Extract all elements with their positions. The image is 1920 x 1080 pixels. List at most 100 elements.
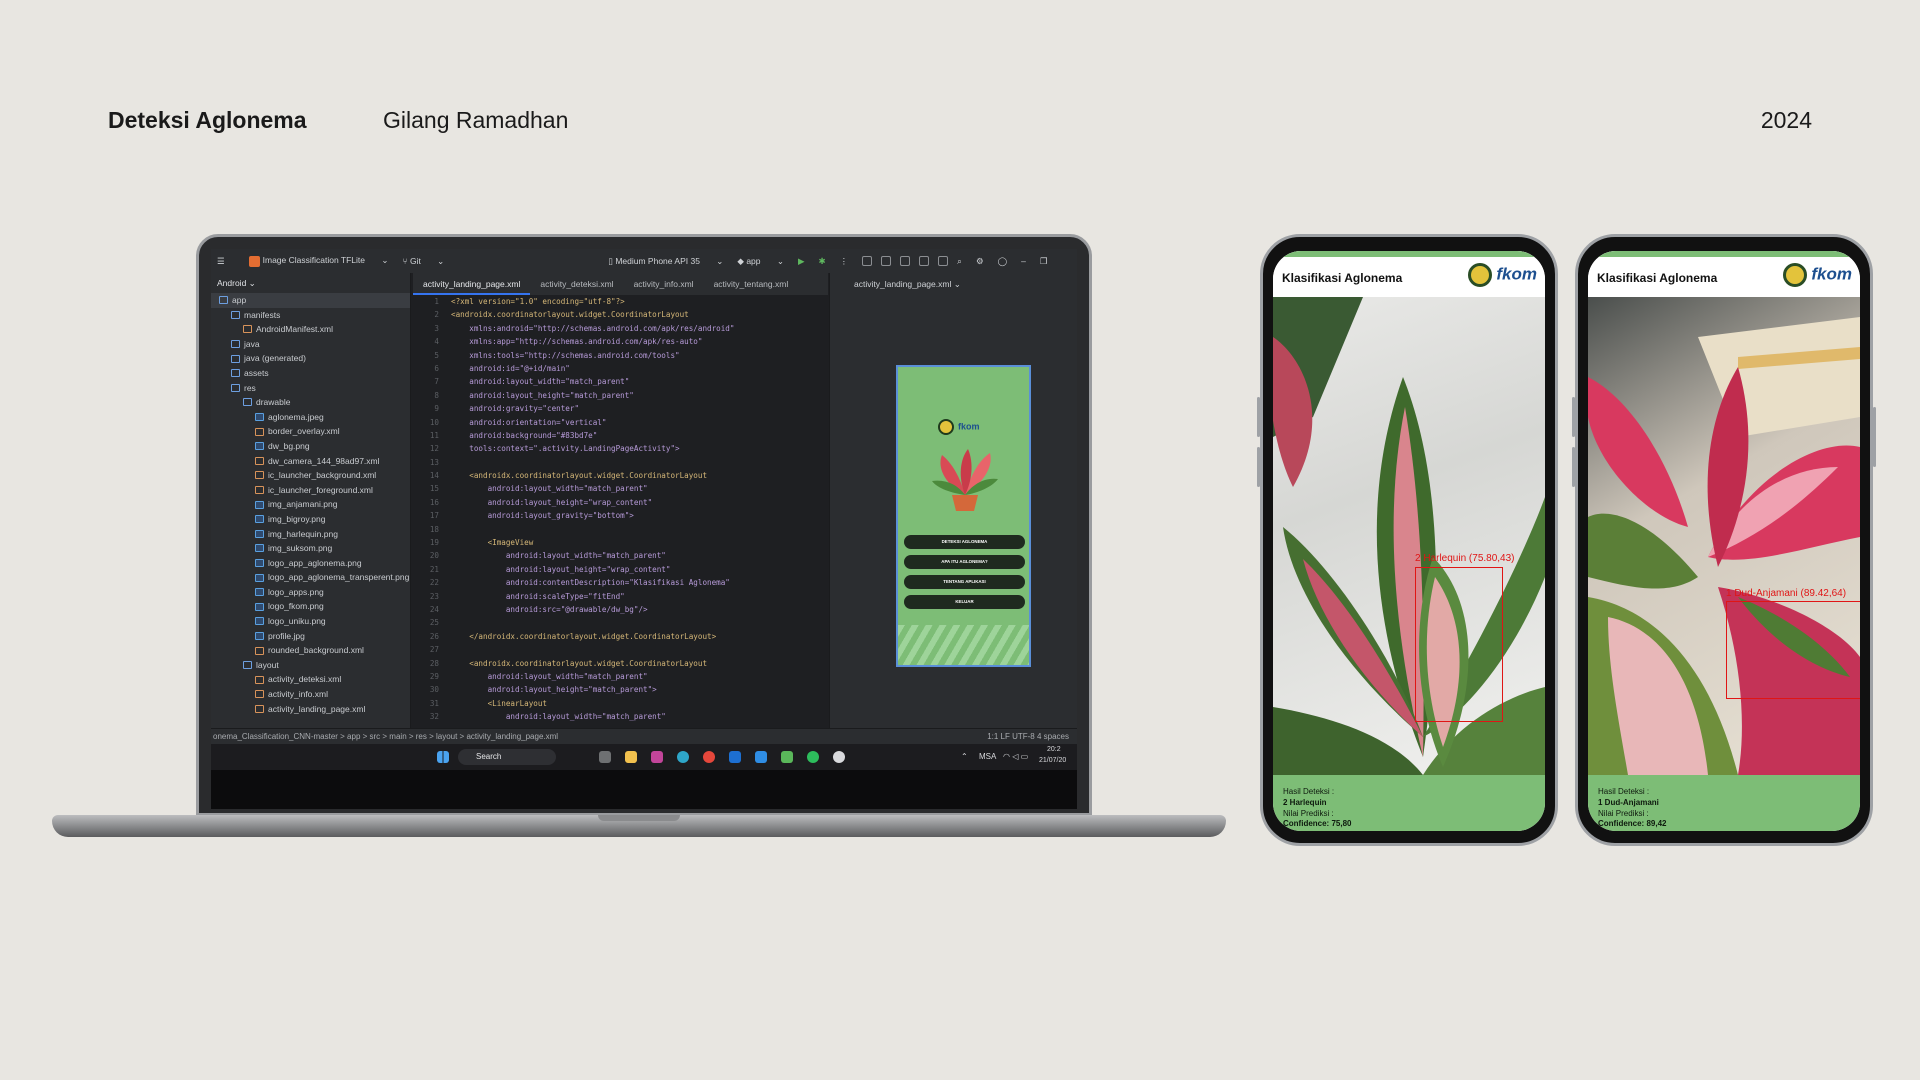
tree-item[interactable]: AndroidManifest.xml <box>211 322 410 337</box>
search-icon[interactable]: ⌕ <box>957 256 962 267</box>
code-line[interactable]: <androidx.coordinatorlayout.widget.Coord… <box>451 657 734 670</box>
vscode-icon[interactable] <box>755 751 767 763</box>
tree-item[interactable]: res <box>211 381 410 396</box>
tree-item[interactable]: activity_landing_page.xml <box>211 702 410 717</box>
tab-activity-tentang[interactable]: activity_tentang.xml <box>704 279 799 289</box>
tab-activity-landing-page[interactable]: activity_landing_page.xml <box>413 273 531 295</box>
tree-item[interactable]: profile.jpg <box>211 629 410 644</box>
code-line[interactable]: <androidx.coordinatorlayout.widget.Coord… <box>451 308 734 321</box>
tree-item[interactable]: rounded_background.xml <box>211 643 410 658</box>
code-line[interactable]: android:layout_width="match_parent" <box>451 375 734 388</box>
app-icon[interactable] <box>833 751 845 763</box>
sdk-manager-icon[interactable] <box>919 256 930 266</box>
code-line[interactable]: xmlns:android="http://schemas.android.co… <box>451 322 734 335</box>
code-line[interactable]: android:layout_gravity="bottom"> <box>451 509 734 522</box>
tree-item[interactable]: manifests <box>211 308 410 323</box>
debug-icon[interactable]: ✱ <box>819 256 826 267</box>
tree-item[interactable]: img_anjamani.png <box>211 497 410 512</box>
clock-date[interactable]: 21/07/20 <box>1039 757 1066 764</box>
preview-file-selector[interactable]: activity_landing_page.xml ⌄ <box>830 273 1077 295</box>
code-line[interactable]: android:scaleType="fitEnd" <box>451 590 734 603</box>
tree-item[interactable]: logo_uniku.png <box>211 614 410 629</box>
tab-activity-info[interactable]: activity_info.xml <box>624 279 704 289</box>
status-right[interactable]: 1:1 LF UTF-8 4 spaces <box>987 729 1069 744</box>
edge-icon[interactable] <box>677 751 689 763</box>
tree-item[interactable]: logo_apps.png <box>211 585 410 600</box>
code-line[interactable]: android:layout_width="match_parent" <box>451 670 734 683</box>
outlook-icon[interactable] <box>729 751 741 763</box>
tree-item[interactable]: logo_app_aglonema_transperent.png <box>211 570 410 585</box>
code-line[interactable]: android:layout_height="match_parent"> <box>451 683 734 696</box>
code-line[interactable]: android:layout_height="wrap_content" <box>451 563 734 576</box>
tree-item[interactable]: border_overlay.xml <box>211 424 410 439</box>
chrome-icon[interactable] <box>703 751 715 763</box>
tray-chevron-icon[interactable]: ⌃ <box>961 752 968 761</box>
tree-item[interactable]: drawable <box>211 395 410 410</box>
code-line[interactable]: <?xml version="1.0" encoding="utf-8"?> <box>451 295 734 308</box>
code-line[interactable]: android:background="#83bd7e" <box>451 429 734 442</box>
code-line[interactable]: android:src="@drawable/dw_bg"/> <box>451 603 734 616</box>
tree-item[interactable]: activity_deteksi.xml <box>211 672 410 687</box>
code-line[interactable] <box>451 523 734 536</box>
code-editor[interactable]: 1 2 3 4 5 6 7 8 9 10 11 12 13 14 15 16 17 18 19 20 21 22 23 24 2… <box>413 295 828 728</box>
code-line[interactable]: android:layout_width="match_parent" <box>451 482 734 495</box>
run-icon[interactable]: ▶ <box>798 256 805 267</box>
code-line[interactable]: android:orientation="vertical" <box>451 416 734 429</box>
code-line[interactable] <box>451 456 734 469</box>
clock-time[interactable]: 20:2 <box>1047 746 1061 753</box>
code-line[interactable]: <ImageView <box>451 536 734 549</box>
project-selector[interactable]: Image Classification TFLite ⌄ <box>239 255 388 267</box>
code-line[interactable]: android:gravity="center" <box>451 402 734 415</box>
tree-item[interactable]: aglonema.jpeg <box>211 410 410 425</box>
minimize-icon[interactable]: – <box>1021 256 1026 266</box>
code-line[interactable]: <androidx.coordinatorlayout.widget.Coord… <box>451 469 734 482</box>
tree-item[interactable]: logo_fkom.png <box>211 599 410 614</box>
copilot-icon[interactable] <box>651 751 663 763</box>
tree-item[interactable]: java (generated) <box>211 351 410 366</box>
camera-view[interactable]: 2 Harlequin (75.80,43) <box>1273 297 1545 775</box>
tree-item[interactable]: img_bigroy.png <box>211 512 410 527</box>
code-line[interactable]: tools:context=".activity.LandingPageActi… <box>451 442 734 455</box>
breadcrumb[interactable]: onema_Classification_CNN-master > app > … <box>213 732 558 741</box>
device-manager-icon[interactable] <box>862 256 873 266</box>
run-config-selector[interactable]: ◆ app ⌄ <box>737 256 784 267</box>
more-icon[interactable]: ⋮ <box>840 256 849 267</box>
code-line[interactable] <box>451 616 734 629</box>
code-line[interactable]: <LinearLayout <box>451 697 734 710</box>
code-line[interactable]: xmlns:tools="http://schemas.android.com/… <box>451 349 734 362</box>
profiler-icon[interactable] <box>938 256 949 266</box>
language-indicator[interactable]: MSA <box>979 752 996 761</box>
project-view-selector[interactable]: Android ⌄ <box>211 273 410 293</box>
tree-item[interactable]: assets <box>211 366 410 381</box>
tree-item[interactable]: img_suksom.png <box>211 541 410 556</box>
layout-inspector-icon[interactable] <box>900 256 911 266</box>
code-line[interactable]: android:layout_height="wrap_content" <box>451 496 734 509</box>
windows-start-icon[interactable] <box>437 751 449 763</box>
menu-icon[interactable]: ☰ <box>217 256 225 267</box>
tab-activity-deteksi[interactable]: activity_deteksi.xml <box>530 279 623 289</box>
task-view-icon[interactable] <box>599 751 611 763</box>
code-line[interactable]: xmlns:app="http://schemas.android.com/ap… <box>451 335 734 348</box>
tree-item[interactable]: java <box>211 337 410 352</box>
tree-item[interactable]: activity_info.xml <box>211 687 410 702</box>
code-line[interactable]: android:id="@+id/main" <box>451 362 734 375</box>
code-line[interactable]: android:layout_width="match_parent" <box>451 549 734 562</box>
code-content[interactable]: <?xml version="1.0" encoding="utf-8"?> <a… <box>451 295 734 724</box>
tree-item[interactable]: logo_app_aglonema.png <box>211 556 410 571</box>
code-line[interactable]: android:layout_width="match_parent" <box>451 710 734 723</box>
whatsapp-icon[interactable] <box>807 751 819 763</box>
vcs-selector[interactable]: ⑂ Git ⌄ <box>402 256 444 267</box>
camera-view[interactable]: 1 Dud-Anjamani (89.42,64) <box>1588 297 1860 775</box>
tree-item[interactable]: layout <box>211 658 410 673</box>
file-explorer-icon[interactable] <box>625 751 637 763</box>
tree-item[interactable]: dw_camera_144_98ad97.xml <box>211 454 410 469</box>
tree-item[interactable]: ic_launcher_foreground.xml <box>211 483 410 498</box>
code-line[interactable]: android:layout_height="match_parent" <box>451 389 734 402</box>
network-volume-icon[interactable]: ◠ ◁ ▭ <box>1003 752 1028 761</box>
taskbar-search[interactable]: Search <box>458 749 556 765</box>
tree-item[interactable]: dw_bg.png <box>211 439 410 454</box>
tree-item[interactable]: ic_launcher_background.xml <box>211 468 410 483</box>
android-studio-icon[interactable] <box>781 751 793 763</box>
device-selector[interactable]: ▯ Medium Phone API 35 ⌄ <box>608 256 723 267</box>
tree-item[interactable]: app <box>211 293 410 308</box>
